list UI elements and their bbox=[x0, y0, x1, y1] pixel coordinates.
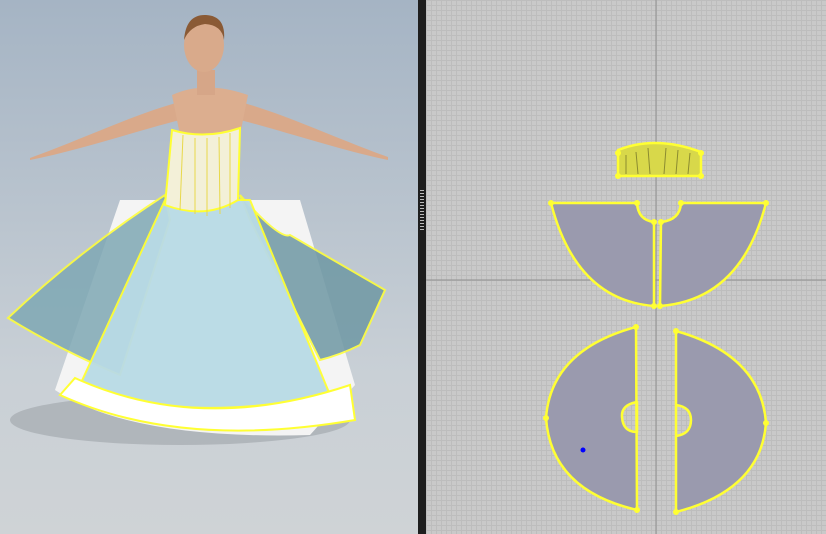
avatar-with-dress bbox=[6, 14, 388, 445]
app-window bbox=[0, 0, 826, 534]
splitter-grip-icon bbox=[420, 190, 424, 230]
pattern-piece-back-left[interactable] bbox=[544, 325, 639, 512]
neck bbox=[197, 70, 215, 95]
pattern-canvas bbox=[426, 0, 826, 534]
3d-viewport[interactable] bbox=[0, 0, 418, 534]
2d-pattern-window[interactable] bbox=[426, 0, 826, 534]
pattern-piece-front-left[interactable] bbox=[549, 201, 656, 308]
right-arm bbox=[240, 102, 388, 160]
pattern-piece-back-right[interactable] bbox=[674, 329, 768, 514]
selected-point[interactable] bbox=[580, 447, 586, 453]
bodice bbox=[163, 126, 242, 213]
pattern-piece-front-right[interactable] bbox=[658, 201, 768, 308]
panel-splitter[interactable] bbox=[418, 0, 426, 534]
left-arm bbox=[30, 102, 180, 160]
